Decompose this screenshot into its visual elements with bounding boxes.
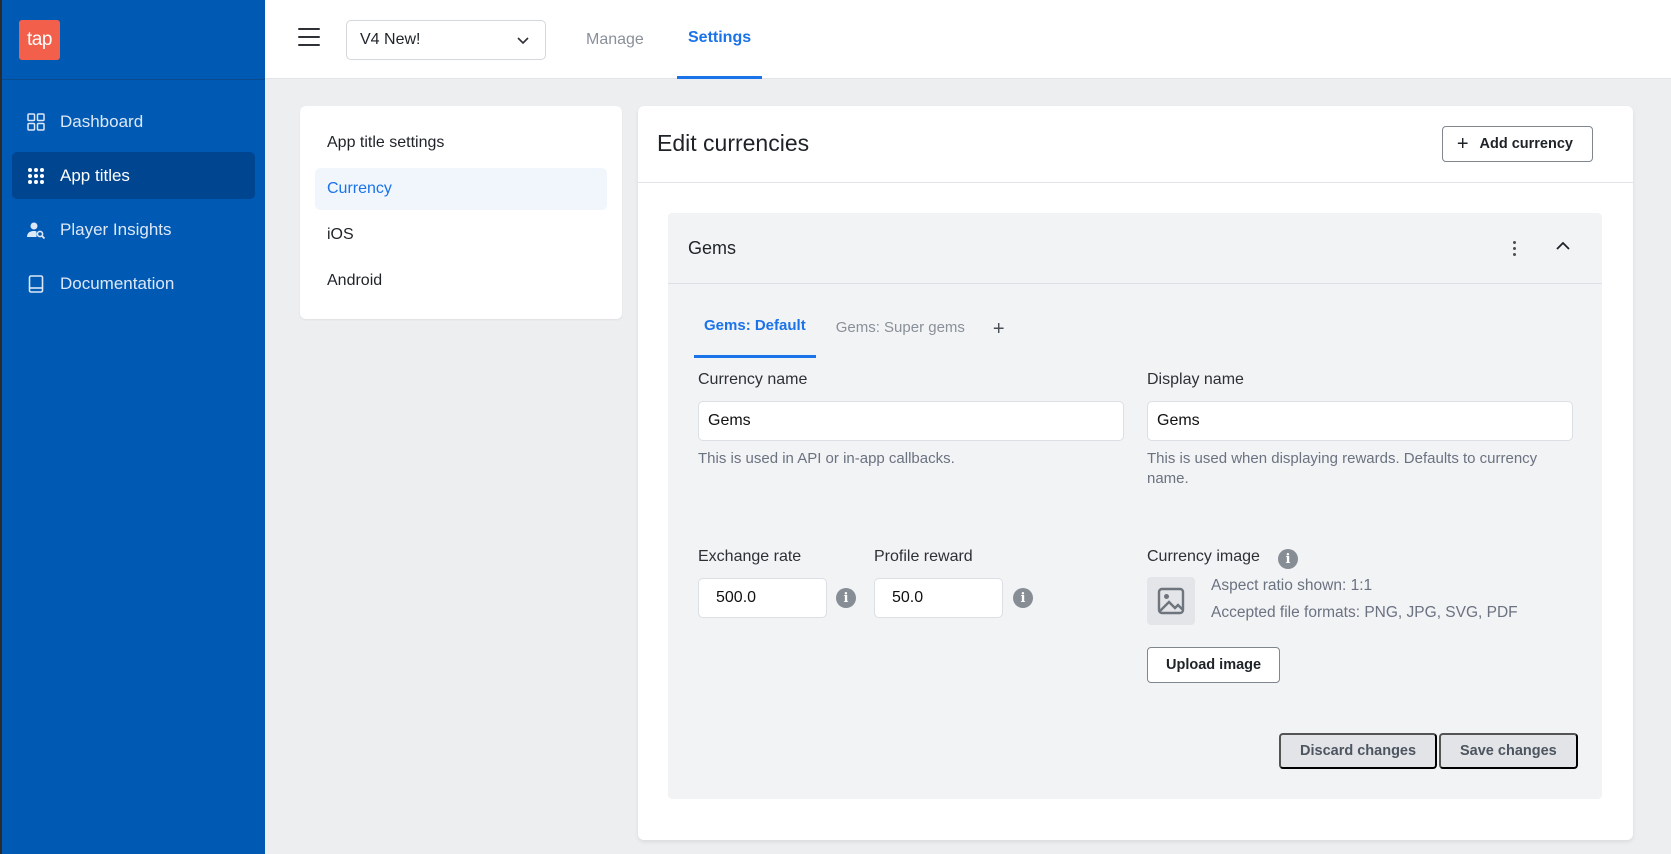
menu-icon[interactable] <box>298 28 320 50</box>
chevron-down-icon <box>515 32 531 53</box>
tab-settings[interactable]: Settings <box>677 0 763 79</box>
profile-reward-info-icon[interactable]: i <box>1013 588 1033 608</box>
tab-gems-default[interactable]: Gems: Default <box>694 296 816 358</box>
sidebar-item-label: Dashboard <box>60 111 144 131</box>
profile-reward-label: Profile reward <box>874 548 973 565</box>
page-title: Edit currencies <box>657 130 810 156</box>
currency-panel-header: Gems <box>668 213 1602 284</box>
tab-gems-super-gems[interactable]: Gems: Super gems <box>826 296 975 358</box>
dashboard-grid-icon <box>26 112 46 132</box>
exchange-rate-label: Exchange rate <box>698 548 802 565</box>
sidebar: tap Dashboard App titles Player Insights… <box>0 0 265 854</box>
currency-panel-gems: Gems Gems: Default Gems: Super gems + Cu… <box>668 213 1602 799</box>
logo-area: tap <box>2 0 265 80</box>
sidebar-item-label: Player Insights <box>60 219 172 239</box>
apps-dots-icon <box>26 166 46 186</box>
book-icon <box>26 274 46 294</box>
display-name-help: This is used when displaying rewards. De… <box>1147 450 1538 487</box>
tab-manage[interactable]: Manage <box>576 0 654 79</box>
currency-name-label: Currency name <box>698 371 808 388</box>
card-header: Edit currencies + Add currency <box>638 106 1633 183</box>
app-title-select[interactable]: V4 New! <box>346 20 546 60</box>
currency-name-input[interactable]: Gems <box>698 401 1124 441</box>
subnav-item-android[interactable]: Android <box>315 260 607 302</box>
chevron-up-icon[interactable] <box>1554 237 1572 260</box>
plus-icon: + <box>1456 133 1469 155</box>
discard-changes-button[interactable]: Discard changes <box>1279 733 1438 769</box>
topbar: V4 New! Manage Settings <box>265 0 1671 79</box>
currency-title: Gems <box>688 238 737 258</box>
profile-reward-input[interactable]: 50.0 <box>874 578 1003 618</box>
tap-logo[interactable]: tap <box>19 20 60 60</box>
sidebar-item-label: Documentation <box>60 273 175 293</box>
upload-image-button[interactable]: Upload image <box>1147 647 1281 683</box>
subnav-item-app-title-settings[interactable]: App title settings <box>315 122 607 164</box>
sidebar-item-app-titles[interactable]: App titles <box>12 152 255 199</box>
accepted-formats-text: Accepted file formats: PNG, JPG, SVG, PD… <box>1211 604 1518 621</box>
currency-image-label: Currency image <box>1147 548 1260 565</box>
display-name-label: Display name <box>1147 371 1244 388</box>
exchange-rate-info-icon[interactable]: i <box>836 588 856 608</box>
display-name-input[interactable]: Gems <box>1147 401 1573 441</box>
sidebar-item-player-insights[interactable]: Player Insights <box>12 206 255 253</box>
currency-name-help: This is used in API or in-app callbacks. <box>698 450 955 467</box>
add-currency-button[interactable]: + Add currency <box>1441 126 1593 162</box>
app-select-value: V4 New! <box>360 31 421 48</box>
exchange-rate-input[interactable]: 500.0 <box>698 578 827 618</box>
subnav-item-currency[interactable]: Currency <box>315 168 607 210</box>
aspect-ratio-text: Aspect ratio shown: 1:1 <box>1211 577 1373 594</box>
add-currency-label: Add currency <box>1479 136 1573 152</box>
user-search-icon <box>26 220 46 240</box>
image-placeholder-icon <box>1147 577 1195 625</box>
edit-currencies-card: Edit currencies + Add currency Gems Gems… <box>638 106 1633 840</box>
sidebar-item-label: App titles <box>60 165 130 185</box>
sidebar-item-dashboard[interactable]: Dashboard <box>12 98 255 145</box>
sidebar-item-documentation[interactable]: Documentation <box>12 260 255 307</box>
save-changes-button[interactable]: Save changes <box>1439 733 1578 769</box>
more-options-icon[interactable] <box>1509 241 1519 259</box>
settings-subnav: App title settings Currency iOS Android <box>300 106 622 319</box>
currency-variant-tabs: Gems: Default Gems: Super gems + <box>694 296 1013 358</box>
add-variant-button[interactable]: + <box>985 296 1013 358</box>
currency-image-info-icon[interactable]: i <box>1278 549 1298 569</box>
subnav-item-ios[interactable]: iOS <box>315 214 607 256</box>
sidebar-nav: Dashboard App titles Player Insights Doc… <box>2 80 265 307</box>
